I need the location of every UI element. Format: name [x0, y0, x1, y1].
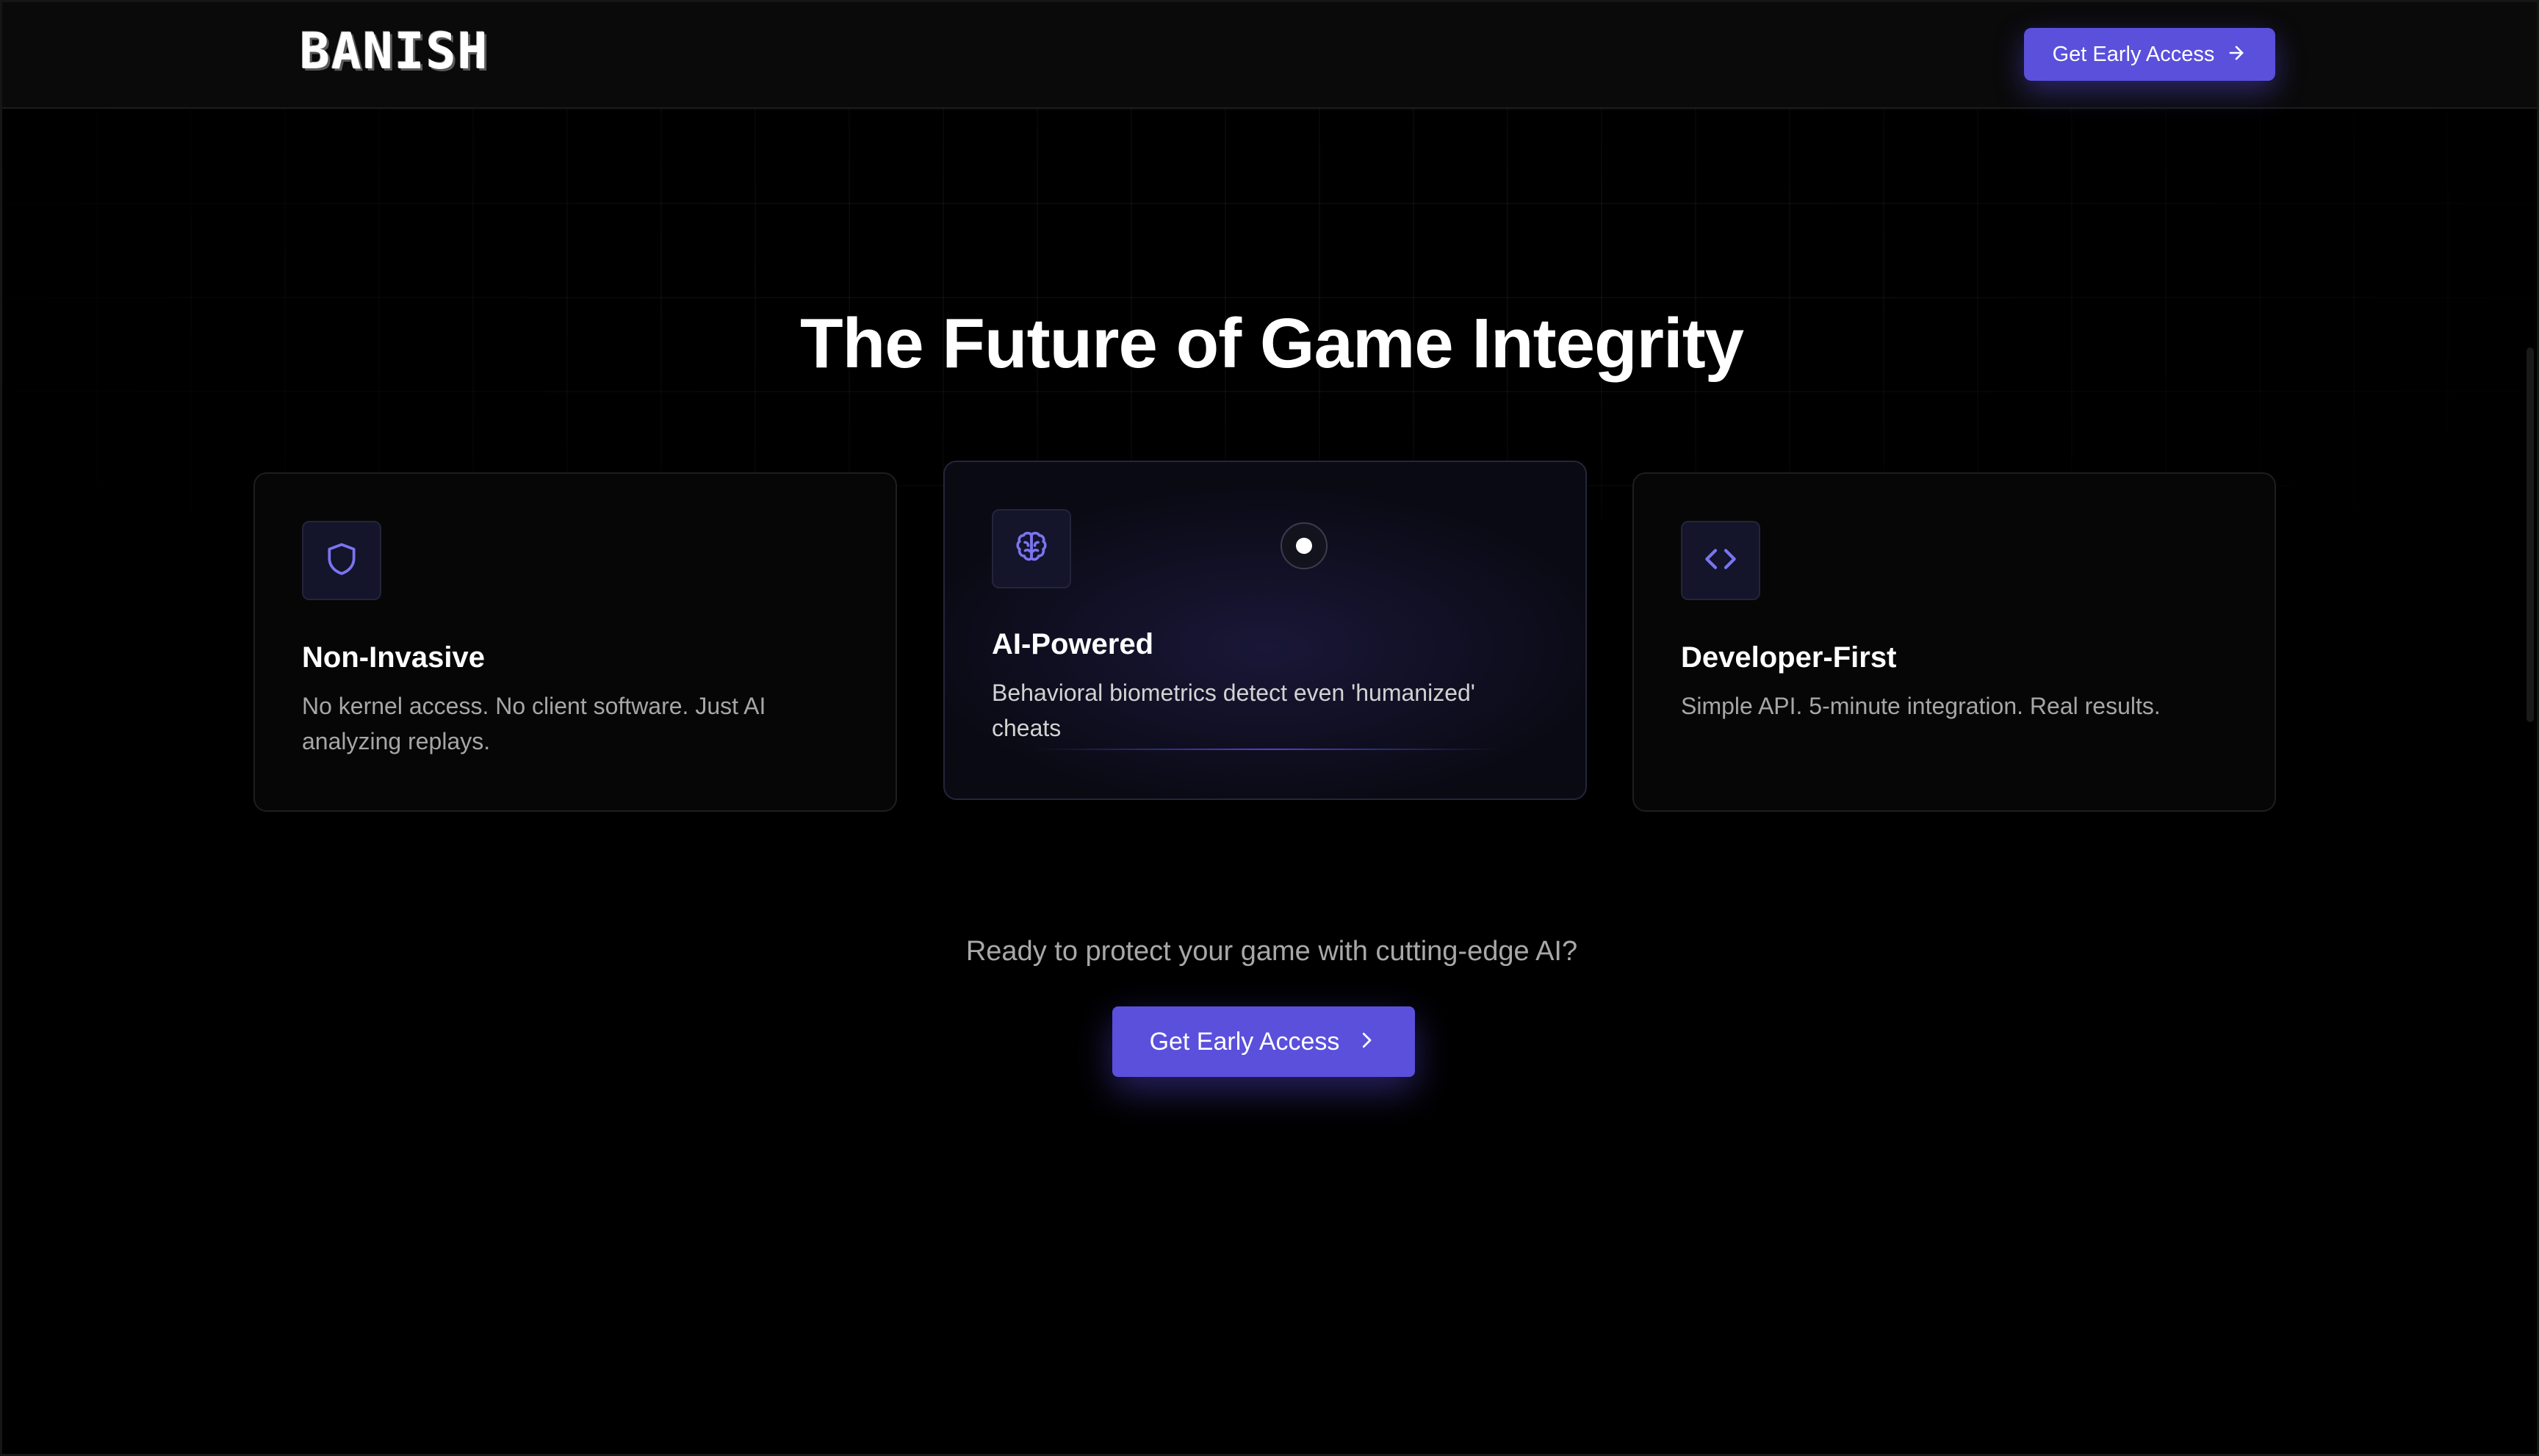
cursor-dot-indicator	[1281, 522, 1328, 569]
page-title: The Future of Game Integrity	[799, 304, 1744, 383]
cta-prompt-text: Ready to protect your game with cutting-…	[965, 936, 1578, 967]
feature-title: Non-Invasive	[302, 641, 485, 674]
nav-get-early-access-button[interactable]: Get Early Access	[2024, 28, 2275, 81]
get-early-access-button[interactable]: Get Early Access	[1112, 1006, 1415, 1077]
chevron-right-icon	[1355, 1029, 1377, 1055]
feature-description: Behavioral biometrics detect even 'human…	[992, 680, 1475, 741]
cta-button-label: Get Early Access	[1149, 1027, 1340, 1056]
arrow-right-icon	[2226, 43, 2247, 67]
feature-title: Developer-First	[1681, 641, 1897, 674]
feature-icon-box	[992, 509, 1071, 588]
feature-card-ai-powered: AI-Powered Behavioral biometrics detect …	[943, 461, 1587, 800]
feature-card-developer-first: Developer-First Simple API. 5-minute int…	[1632, 472, 2276, 812]
glow-divider	[1033, 749, 1503, 750]
feature-icon-box	[302, 521, 381, 600]
nav-cta-label: Get Early Access	[2052, 42, 2215, 66]
feature-card-non-invasive: Non-Invasive No kernel access. No client…	[253, 472, 897, 812]
top-navbar: BANISH Get Early Access	[2, 2, 2537, 109]
feature-description: Simple API. 5-minute integration. Real r…	[1681, 693, 2161, 719]
landing-page: BANISH Get Early Access The Future of Ga…	[0, 0, 2539, 1456]
code-icon	[1700, 538, 1741, 583]
feature-description: No kernel access. No client software. Ju…	[302, 693, 766, 754]
banish-logo[interactable]: BANISH	[300, 24, 489, 80]
scrollbar-thumb[interactable]	[2527, 347, 2534, 722]
shield-icon	[323, 541, 360, 581]
feature-title: AI-Powered	[992, 628, 1154, 660]
brain-icon	[1012, 527, 1051, 571]
feature-icon-box	[1681, 521, 1760, 600]
